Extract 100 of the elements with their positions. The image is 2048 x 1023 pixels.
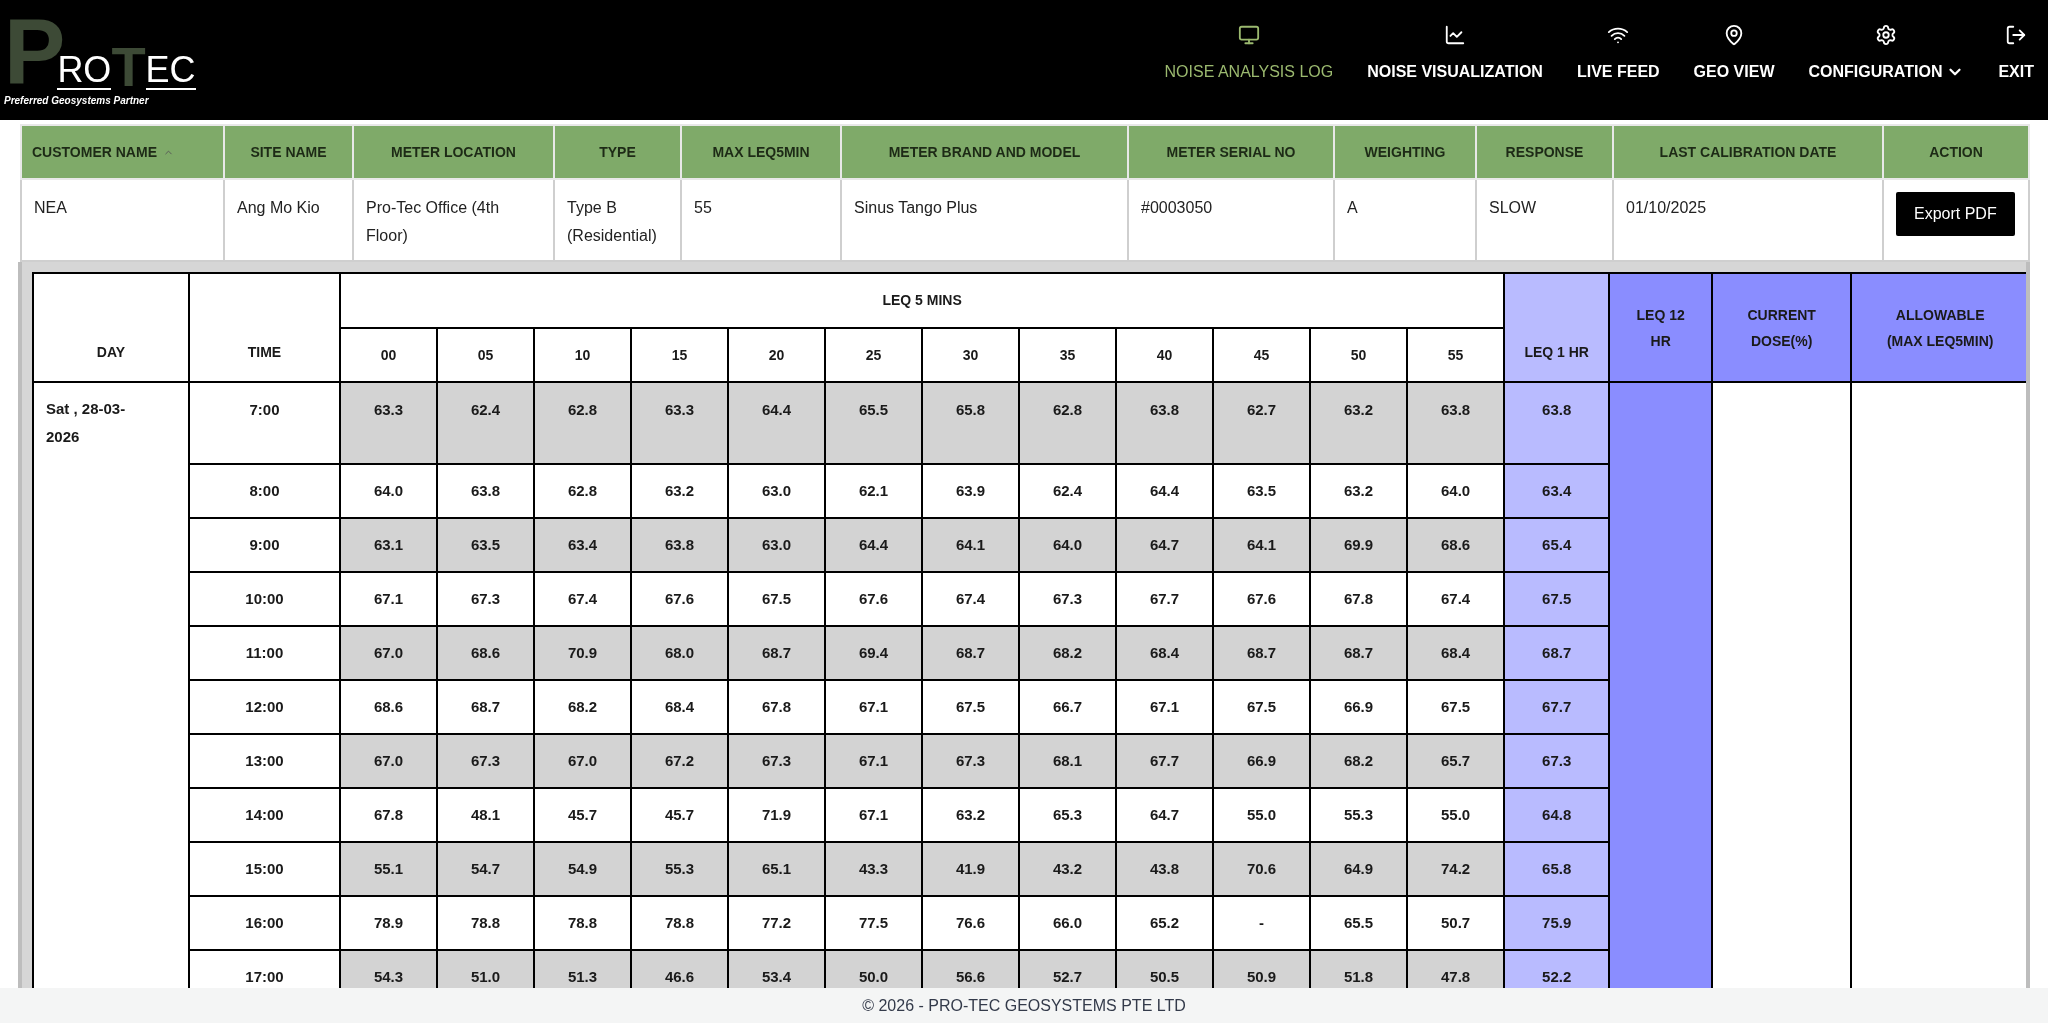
column-header: TIME [189,273,340,382]
table-cell: 66.9 [1310,680,1407,734]
table-cell: 68.2 [1019,626,1116,680]
table-cell: 52.2 [1504,950,1610,988]
table-cell: 65.2 [1116,896,1213,950]
table-cell: 77.5 [825,896,922,950]
table-cell: 68.7 [437,680,534,734]
table-cell: 45.7 [534,788,631,842]
table-cell: 50.7 [1407,896,1505,950]
nav-tab[interactable]: GEO VIEW [1693,24,1775,84]
table-cell: 67.6 [631,572,728,626]
table-cell: 64.1 [922,518,1019,572]
table-cell: 75.9 [1504,896,1610,950]
table-cell: 64.0 [340,464,437,518]
table-cell: 67.3 [728,734,825,788]
table-cell: 54.3 [340,950,437,988]
table-cell: 63.3 [340,382,437,464]
table-cell: 48.1 [437,788,534,842]
table-cell: 63.0 [728,464,825,518]
table-cell: 62.8 [534,382,631,464]
table-cell: 41.9 [922,842,1019,896]
column-header: CURRENT DOSE(%) [1712,273,1852,382]
header-label: LAST CALIBRATION DATE [1659,142,1837,162]
table-cell: 62.1 [825,464,922,518]
table-cell: 67.4 [1407,572,1505,626]
table-cell: 46.6 [631,950,728,988]
table-cell: 63.2 [631,464,728,518]
table-cell: 63.9 [922,464,1019,518]
table-cell: 67.1 [1116,680,1213,734]
table-cell: 64.7 [1116,788,1213,842]
table-cell: 64.9 [1310,842,1407,896]
header-label: METER SERIAL NO [1166,142,1296,162]
settings-icon [1875,24,1898,46]
table-cell: 51.3 [534,950,631,988]
nav-tab[interactable]: NOISE VISUALIZATION [1367,24,1543,84]
table-cell: 68.4 [631,680,728,734]
header-label: METER LOCATION [391,142,516,162]
table-cell: 69.4 [825,626,922,680]
table-cell: 68.4 [1116,626,1213,680]
column-header: LEQ 1 HR [1504,273,1610,382]
table-cell: 67.4 [922,572,1019,626]
table-cell: 65.1 [728,842,825,896]
table-cell: 62.4 [1019,464,1116,518]
nav-tab[interactable]: CONFIGURATION [1808,24,1965,84]
table-cell: 63.3 [631,382,728,464]
table-cell: 62.4 [437,382,534,464]
table-cell: 74.2 [1407,842,1505,896]
table-cell: 64.4 [1116,464,1213,518]
table-cell: 71.9 [728,788,825,842]
table-cell: 65.8 [1504,842,1610,896]
table-cell: 68.7 [1504,626,1610,680]
table-cell: 78.8 [534,896,631,950]
table-cell: 67.1 [825,734,922,788]
table-cell: 68.1 [1019,734,1116,788]
table-cell: 62.7 [1213,382,1310,464]
table-cell: 78.9 [340,896,437,950]
table-cell: 67.3 [437,572,534,626]
table-cell: 54.9 [534,842,631,896]
nav-tab[interactable]: EXIT [1998,24,2034,84]
column-header: LEQ 12 HR [1609,273,1713,382]
table-cell: 70.9 [534,626,631,680]
header-label: RESPONSE [1505,142,1584,162]
table-cell: 67.5 [1213,680,1310,734]
nav-tab[interactable]: NOISE ANALYSIS LOG [1164,24,1334,84]
table-cell: 63.5 [437,518,534,572]
table-cell: 67.6 [825,572,922,626]
table-cell: 67.6 [1213,572,1310,626]
table-cell: 53.4 [728,950,825,988]
table-cell: 63.4 [534,518,631,572]
table-cell: 64.4 [728,382,825,464]
table-cell: 55.1 [340,842,437,896]
table-cell: 68.0 [631,626,728,680]
header-label: MAX LEQ5MIN [712,142,810,162]
header-label: CUSTOMER NAME [32,142,157,162]
table-cell: 63.2 [922,788,1019,842]
table-cell: 63.8 [1504,382,1610,464]
table-cell: 70.6 [1213,842,1310,896]
table-cell: 43.8 [1116,842,1213,896]
table-cell: 67.7 [1504,680,1610,734]
table-cell: 68.2 [534,680,631,734]
table-cell: 69.9 [1310,518,1407,572]
table-cell: 67.7 [1116,734,1213,788]
table-cell: 66.0 [1019,896,1116,950]
table-cell: 67.1 [825,680,922,734]
nav-tab[interactable]: LIVE FEED [1576,24,1660,84]
header-label: TYPE [599,142,636,162]
table-cell: 76.6 [922,896,1019,950]
table-cell: 65.5 [1310,896,1407,950]
table-cell: 68.7 [728,626,825,680]
column-header: LEQ 5 MINS [340,273,1505,328]
header-label: SITE NAME [250,142,327,162]
table-cell: 67.5 [728,572,825,626]
table-cell: 55.0 [1213,788,1310,842]
export-pdf-button[interactable]: Export PDF [1896,192,2015,236]
table-cell: 65.3 [1019,788,1116,842]
table-cell: 68.2 [1310,734,1407,788]
table-cell: 65.4 [1504,518,1610,572]
table-cell: 66.7 [1019,680,1116,734]
table-cell: 67.0 [534,734,631,788]
table-cell: 67.8 [728,680,825,734]
